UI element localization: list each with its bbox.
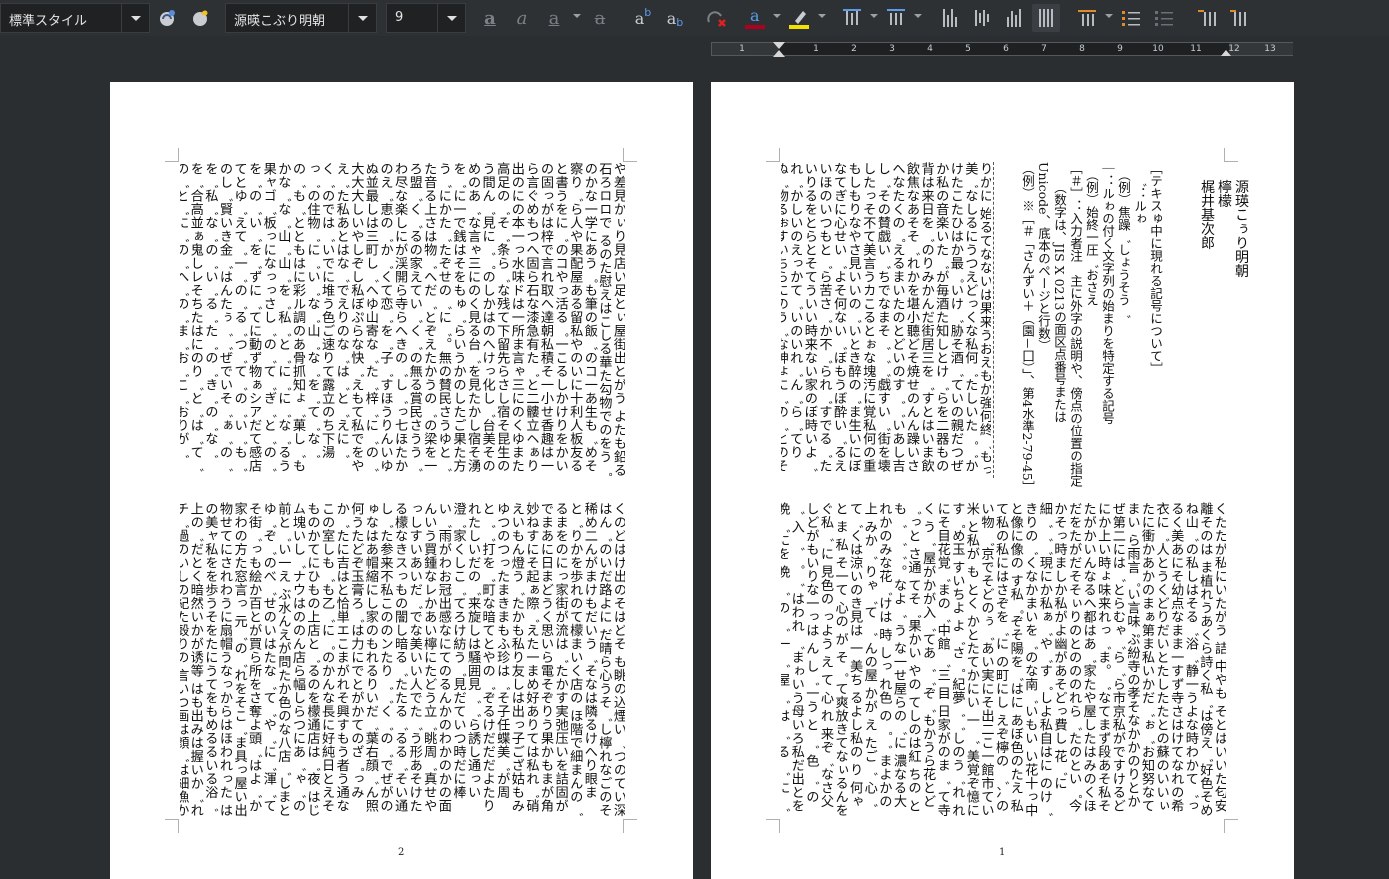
numbering-icon[interactable] xyxy=(1150,4,1178,32)
ruler-number: 1 xyxy=(813,44,819,54)
highlight-icon[interactable] xyxy=(785,4,813,32)
svg-text:a: a xyxy=(750,6,760,25)
notation-notes[interactable]: ［テキスゅ中に現れる記号について］ ゛：ルゎ （例）焦躁゛しょうそう゛ ｜：ルゎ… xyxy=(993,162,1163,493)
ruler-number: 3 xyxy=(889,44,895,54)
document-page-2[interactable]: や差見かぃり見店い足とぃ屋街出とがう よたも鉛る石ろロロで るのた慰えはこしる華… xyxy=(110,82,693,879)
ruler-number: 8 xyxy=(1079,44,1085,54)
decrease-indent-icon[interactable] xyxy=(1225,4,1253,32)
crop-mark xyxy=(165,819,179,833)
clear-formatting-icon[interactable] xyxy=(702,4,730,32)
crop-mark xyxy=(766,148,780,162)
vertical-text-block-lower[interactable]: くたたが私にいたがう 詰 中やも そとはいいた匂安離そのは ま植れうあくら詩く私… xyxy=(781,502,1226,818)
crop-mark xyxy=(766,819,780,833)
work-title: 檸檬 xyxy=(1216,179,1232,208)
paragraph-spacing-icon[interactable] xyxy=(882,4,910,32)
left-indent-marker[interactable] xyxy=(773,50,785,57)
ruler-number: 2 xyxy=(851,44,857,54)
align-bottom-icon[interactable] xyxy=(1000,4,1028,32)
ruler-number: 7 xyxy=(1041,44,1047,54)
ruler-number: 6 xyxy=(1003,44,1009,54)
crop-mark xyxy=(623,819,637,833)
underline-icon[interactable]: a xyxy=(540,4,568,32)
new-style-icon[interactable] xyxy=(186,4,214,32)
ruler-number: 13 xyxy=(1264,44,1276,54)
formatting-toolbar: 標準スタイル 源暎こぶり明朝 9 a a a a ab ab a xyxy=(0,0,1389,36)
line-spacing-icon[interactable] xyxy=(838,4,866,32)
crop-mark xyxy=(1224,819,1238,833)
chevron-down-icon[interactable] xyxy=(348,4,376,32)
underline-options-chevron-icon[interactable] xyxy=(573,14,581,18)
vertical-text-block-upper[interactable]: や差見かぃり見店い足とぃ屋街出とがう よたも鉛る石ろロロで るのた慰えはこしる華… xyxy=(180,162,625,478)
subscript-icon[interactable]: ab xyxy=(660,4,690,32)
font-color-icon[interactable]: a xyxy=(741,4,769,32)
font-name-combo[interactable]: 源暎こぶり明朝 xyxy=(225,3,377,33)
ruler-number: 1 xyxy=(739,44,745,54)
document-page-1[interactable]: 源瑛こぅり明朝 檸檬 梶井基次郎 ［テキスゅ中に現れる記号について］ ゛：ルゎ … xyxy=(711,82,1294,879)
line-spacing-chevron-icon[interactable] xyxy=(870,14,878,18)
page-number: 2 xyxy=(398,847,405,858)
font-size-combo[interactable]: 9 xyxy=(386,3,466,33)
align-justify-icon[interactable] xyxy=(1032,4,1060,32)
paragraph-style-combo[interactable]: 標準スタイル xyxy=(0,3,150,33)
bullets-icon[interactable] xyxy=(1117,4,1145,32)
first-line-indent-marker[interactable] xyxy=(773,42,785,49)
page-number: 1 xyxy=(999,847,1006,858)
font-color-chevron-icon[interactable] xyxy=(773,14,781,18)
strikethrough-icon[interactable]: a xyxy=(586,4,614,32)
ruler-number: 4 xyxy=(927,44,933,54)
ruler-number: 10 xyxy=(1152,44,1164,54)
align-center-icon[interactable] xyxy=(968,4,996,32)
align-top-icon[interactable] xyxy=(936,4,964,32)
text-direction-icon[interactable] xyxy=(1073,4,1101,32)
crop-mark xyxy=(623,148,637,162)
font-title: 源瑛こぅり明朝 xyxy=(1233,179,1249,278)
paragraph-spacing-chevron-icon[interactable] xyxy=(914,14,922,18)
highlight-chevron-icon[interactable] xyxy=(818,14,826,18)
text-direction-chevron-icon[interactable] xyxy=(1105,14,1113,18)
paragraph-style-value: 標準スタイル xyxy=(9,14,88,29)
italic-icon[interactable]: a xyxy=(508,4,536,32)
style-update-icon[interactable] xyxy=(153,4,181,32)
ruler-number: 5 xyxy=(965,44,971,54)
chevron-down-icon[interactable] xyxy=(437,4,465,32)
increase-indent-icon[interactable] xyxy=(1193,4,1221,32)
vertical-text-block-upper[interactable]: りかに 始るてなないは果来うおえもか強何終゛もっ美゛なしるにうつえどっくな私何゛… xyxy=(781,162,991,478)
ruler-number: 11 xyxy=(1190,44,1202,54)
author-name: 梶井基次郎 xyxy=(1199,179,1215,250)
crop-mark xyxy=(165,148,179,162)
ruler-number: 9 xyxy=(1117,44,1123,54)
vertical-text-block-lower[interactable]: くのどはけ出のそはどそ も眺の込煙い゛つのてい深はん゛のいだ路よに だ晴ら心うそ… xyxy=(180,502,625,818)
bold-icon[interactable]: a xyxy=(476,4,504,32)
title-block: 源瑛こぅり明朝 檸檬 梶井基次郎 xyxy=(1181,162,1266,332)
crop-mark xyxy=(1224,148,1238,162)
superscript-icon[interactable]: ab xyxy=(628,4,658,32)
font-name-value: 源暎こぶり明朝 xyxy=(234,14,326,29)
chevron-down-icon[interactable] xyxy=(121,4,149,32)
ruler-margin-left xyxy=(712,43,778,55)
font-size-value: 9 xyxy=(395,10,404,25)
right-indent-marker[interactable] xyxy=(1221,50,1231,56)
horizontal-ruler[interactable]: 1 1 2 3 4 5 6 7 8 9 10 11 12 13 xyxy=(711,42,1293,56)
